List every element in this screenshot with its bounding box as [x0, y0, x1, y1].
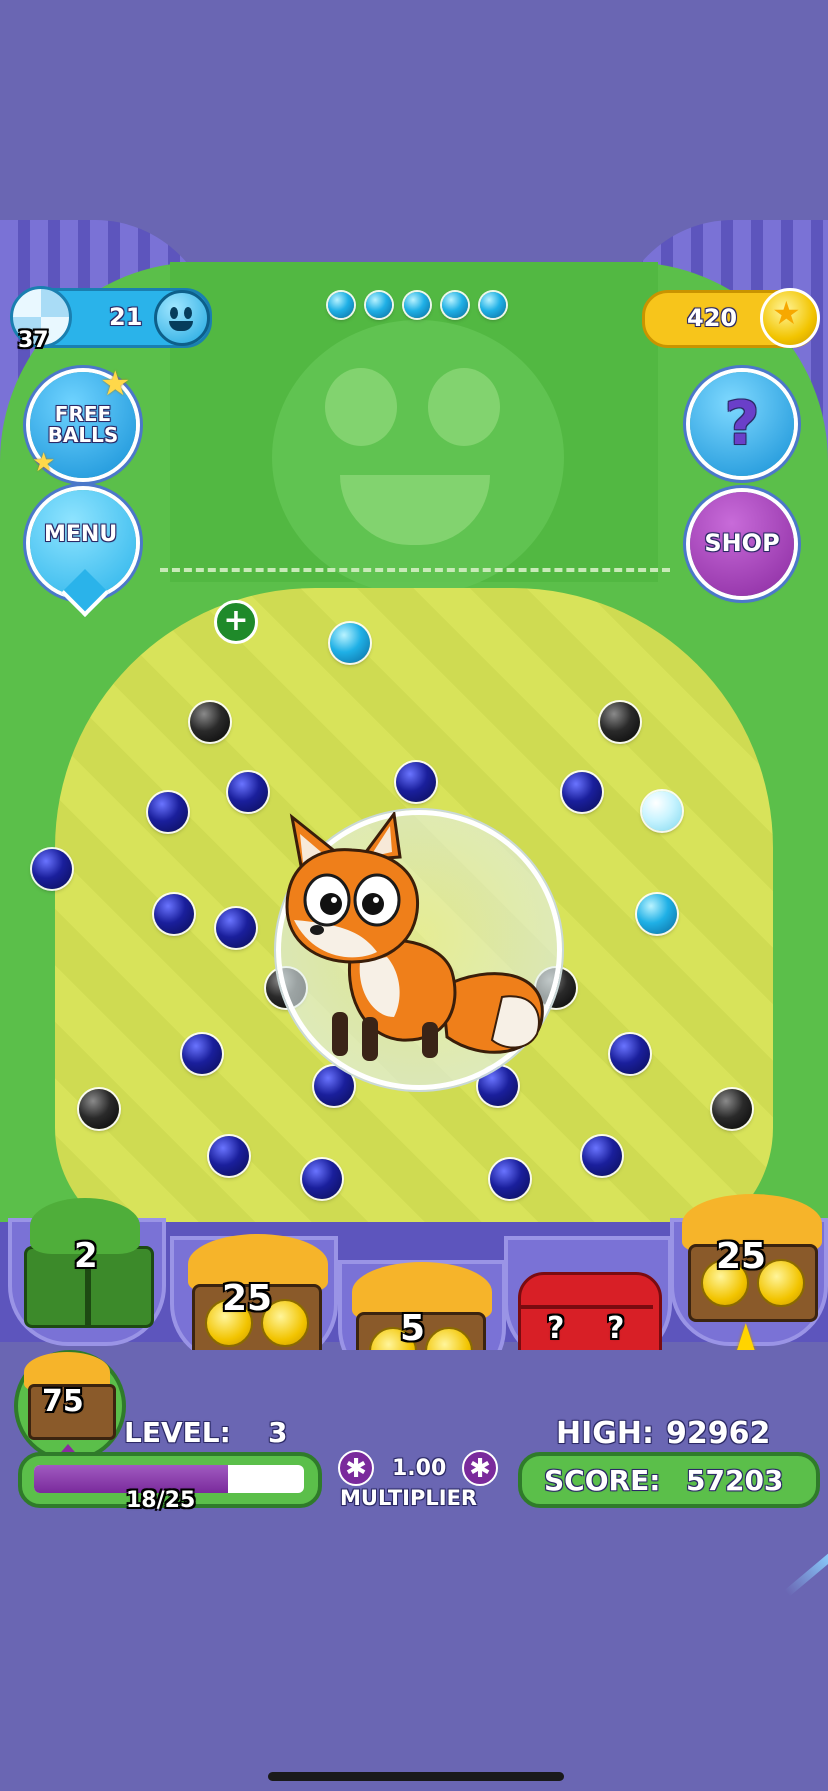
mascot-right-eye	[428, 368, 500, 446]
shot-indicator-ball	[404, 292, 430, 318]
peg	[610, 1034, 650, 1074]
peg	[148, 792, 188, 832]
multiplier-asterisk-icon: ✱	[462, 1450, 498, 1486]
shooting-star-streak	[784, 1551, 828, 1597]
score-value: 57203	[686, 1464, 784, 1497]
bucket-value: 25	[716, 1236, 767, 1277]
peg	[712, 1089, 752, 1129]
peg	[79, 1089, 119, 1129]
mystery-chest-icon: ? ?	[518, 1272, 662, 1362]
multiplier-value: 1.00	[392, 1456, 447, 1481]
mascot-left-eye	[325, 368, 397, 446]
launch-line	[160, 568, 670, 572]
menu-label: MENU	[44, 522, 118, 547]
plus-powerup-icon: +	[214, 600, 258, 644]
peg	[216, 908, 256, 948]
peg	[302, 1159, 342, 1199]
peg	[642, 791, 682, 831]
peg	[154, 894, 194, 934]
balls-count: 21	[109, 303, 143, 331]
bucket-value: 5	[400, 1308, 426, 1349]
level-label: LEVEL:	[124, 1416, 231, 1449]
menu-button[interactable]: MENU	[30, 490, 136, 618]
shot-indicator-ball	[442, 292, 468, 318]
shot-indicator-ball	[328, 292, 354, 318]
high-label: HIGH:	[556, 1416, 654, 1451]
shop-button[interactable]: SHOP	[690, 492, 794, 596]
mascot-face-watermark	[272, 320, 564, 595]
level-progress-text: 18/25	[126, 1488, 196, 1513]
score-label: SCORE:	[544, 1464, 661, 1497]
peg	[396, 762, 436, 802]
star-decoration-icon: ★	[32, 448, 56, 478]
bucket-value: 25	[222, 1278, 273, 1319]
help-label: ?	[724, 388, 760, 459]
peg	[209, 1136, 249, 1176]
peg	[32, 849, 72, 889]
bucket-value: 2	[74, 1236, 98, 1276]
peg	[582, 1136, 622, 1176]
shot-indicator-ball	[366, 292, 392, 318]
level-value: 3	[268, 1416, 288, 1449]
mystery-mark: ?	[607, 1311, 625, 1346]
mystery-mark: ?	[547, 1311, 565, 1346]
peg	[490, 1159, 530, 1199]
home-indicator[interactable]	[268, 1772, 564, 1781]
free-balls-label-line1: FREE	[54, 402, 112, 426]
peg	[637, 894, 677, 934]
ball-wheel-count: 37	[18, 328, 49, 353]
help-button[interactable]: ?	[690, 372, 794, 476]
high-value: 92962	[666, 1416, 771, 1451]
multiplier-asterisk-icon: ✱	[338, 1450, 374, 1486]
free-balls-label-line2: BALLS	[47, 423, 119, 447]
peg	[600, 702, 640, 742]
coin-icon: ★	[760, 288, 820, 348]
shot-indicators	[328, 292, 513, 320]
multiplier-label: MULTIPLIER	[340, 1486, 478, 1510]
score-panel: SCORE: 57203	[518, 1452, 820, 1508]
reward-value: 75	[42, 1384, 84, 1419]
shop-label: SHOP	[704, 529, 780, 558]
peg	[228, 772, 268, 812]
coin-count: 420	[687, 304, 738, 332]
star-decoration-icon: ★	[100, 364, 131, 404]
peg	[330, 623, 370, 663]
smiley-ball-icon	[154, 290, 210, 346]
fox-character-icon	[285, 812, 544, 1061]
peg	[190, 702, 230, 742]
peg	[182, 1034, 222, 1074]
shot-indicator-ball	[480, 292, 506, 318]
peg	[562, 772, 602, 812]
